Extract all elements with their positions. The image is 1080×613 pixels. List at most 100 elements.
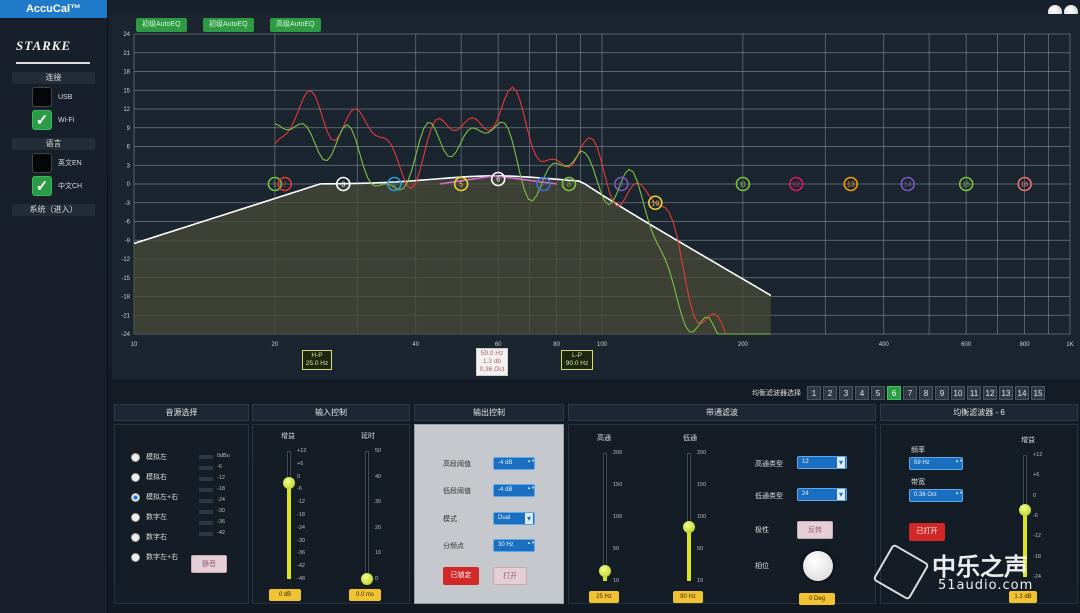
y-tick-label: -21 [121,313,130,319]
eq-enabled-button[interactable]: 已打开 [909,523,945,541]
y-tick-label: 15 [123,88,130,94]
band-button[interactable]: 3 [839,386,853,400]
band-button[interactable]: 6 [887,386,901,400]
bandwidth-spinner[interactable]: 0.36 Oct [909,489,963,502]
band-marker-label: 5 [459,182,463,189]
band-button[interactable]: 11 [967,386,981,400]
input-delay-tick-label: 30 [375,499,382,506]
phase-knob[interactable] [803,551,833,581]
high-threshold-spinner[interactable]: -4 dB [493,457,535,470]
input-delay-tick-label: 50 [375,448,382,454]
highpass-marker[interactable]: H-P 25.0 Hz [302,350,332,370]
open-button[interactable]: 打开 [493,567,527,585]
band-marker-label: 2 [283,182,287,189]
wifi-checkbox[interactable] [32,110,52,130]
highpass-slider-track[interactable] [603,453,607,581]
phase-label: 相位 [755,563,769,570]
input-delay-tick-label: 0 [375,576,379,582]
x-tick-label: 10 [131,342,138,348]
input-delay-slider-track[interactable] [365,451,369,579]
band-button[interactable]: 7 [903,386,917,400]
gain-value[interactable]: 0 dB [269,589,301,601]
eq-response-graph[interactable]: 24211815129630-3-6-9-12-15-18-21-2410 20 4… [112,14,1080,379]
input-gain-tick-label: 0 [297,473,301,480]
band-marker-label: 16 [1021,182,1029,189]
locked-button[interactable]: 已锁定 [443,567,479,585]
polarity-invert-button[interactable]: 反转 [797,521,833,539]
wifi-label: Wi-Fi [58,116,75,124]
highpass-type-dropdown[interactable]: 12 [797,456,847,469]
band-button[interactable]: 8 [919,386,933,400]
highpass-value[interactable]: 25 Hz [589,591,619,603]
lowpass-value[interactable]: 90 Hz [673,591,703,603]
brand-logo: STARKE [16,38,90,64]
eq-gain-slider-knob[interactable] [1019,503,1031,516]
band-button[interactable]: 13 [999,386,1013,400]
source-radio[interactable] [131,532,140,542]
filter-response-area [134,175,771,334]
y-tick-label: -9 [125,238,131,244]
highpass-tick-label: 50 [613,546,620,552]
input-panel: 增益 延时 +12 +6 0 -6 -12 -18 -24 -30 -36 -42 -48 50 40… [252,424,410,604]
delay-value[interactable]: 0.0 ms [349,589,381,601]
highpass-marker-title: H-P [311,352,323,359]
low-threshold-spinner[interactable]: -4 dB [493,484,535,497]
input-gain-tick-label: +6 [297,460,304,467]
source-option-label: 数字右 [146,534,167,541]
y-tick-label: 12 [123,107,130,113]
english-label: 英文EN [58,160,82,167]
wifi-option[interactable]: Wi-Fi [32,110,107,130]
source-radio[interactable] [131,552,140,562]
band-button[interactable]: 10 [951,386,965,400]
usb-label: USB [58,93,73,101]
source-option[interactable]: 数字左+右 [131,547,248,567]
band-button[interactable]: 5 [871,386,885,400]
x-tick-label: 200 [738,342,749,348]
band-button[interactable]: 14 [1015,386,1029,400]
source-radio[interactable] [131,512,140,522]
lowpass-type-dropdown[interactable]: 24 [797,488,847,501]
source-option[interactable]: 数字左 [131,507,248,527]
band-button[interactable]: 9 [935,386,949,400]
selected-band-marker[interactable]: 59.0 Hz 1.3 db 0.36 Oct [476,348,508,376]
source-option[interactable]: 模拟左 [131,447,248,467]
y-tick-label: 6 [127,145,131,151]
usb-option[interactable]: USB [32,87,107,107]
phase-value[interactable]: 0 Deg [799,593,835,605]
chinese-checkbox[interactable] [32,176,52,196]
usb-checkbox[interactable] [32,87,52,107]
input-gain-slider-knob[interactable] [283,477,295,489]
mute-button[interactable]: 静音 [191,555,227,573]
frequency-spinner[interactable]: 59 Hz [909,457,963,470]
chinese-option[interactable]: 中文CH [32,176,107,196]
source-option[interactable]: 模拟左+右 [131,487,248,507]
eq-gain-tick-label: +12 [1033,452,1043,458]
band-button[interactable]: 2 [823,386,837,400]
band-button[interactable]: 4 [855,386,869,400]
system-enter-button[interactable]: 系统（进入） [12,204,95,216]
source-radio[interactable] [131,472,140,482]
source-option[interactable]: 数字右 [131,527,248,547]
y-tick-label: 9 [127,126,131,132]
y-tick-label: -15 [121,276,130,282]
eq-gain-tick-label: -6 [1033,513,1038,519]
x-tick-label: 1K [1066,342,1073,348]
source-radio[interactable] [131,492,140,502]
highpass-slider-knob[interactable] [599,564,611,577]
input-gain-tick-label: -42 [297,563,305,570]
source-radio[interactable] [131,452,140,462]
english-checkbox[interactable] [32,153,52,173]
polarity-label: 极性 [755,527,769,534]
band-button[interactable]: 1 [807,386,821,400]
input-delay-slider-knob[interactable] [361,573,373,585]
mode-dropdown[interactable]: Dual [493,512,535,525]
lowpass-marker[interactable]: L-P 90.0 Hz [561,350,593,370]
band-marker-label: 13 [847,182,855,189]
band-button[interactable]: 12 [983,386,997,400]
english-option[interactable]: 英文EN [32,153,107,173]
crossover-spinner[interactable]: 30 Hz [493,539,535,552]
source-option[interactable]: 模拟右 [131,467,248,487]
meter-label: -24 [217,497,225,503]
band-button[interactable]: 15 [1031,386,1045,400]
lowpass-slider-knob[interactable] [683,521,695,534]
